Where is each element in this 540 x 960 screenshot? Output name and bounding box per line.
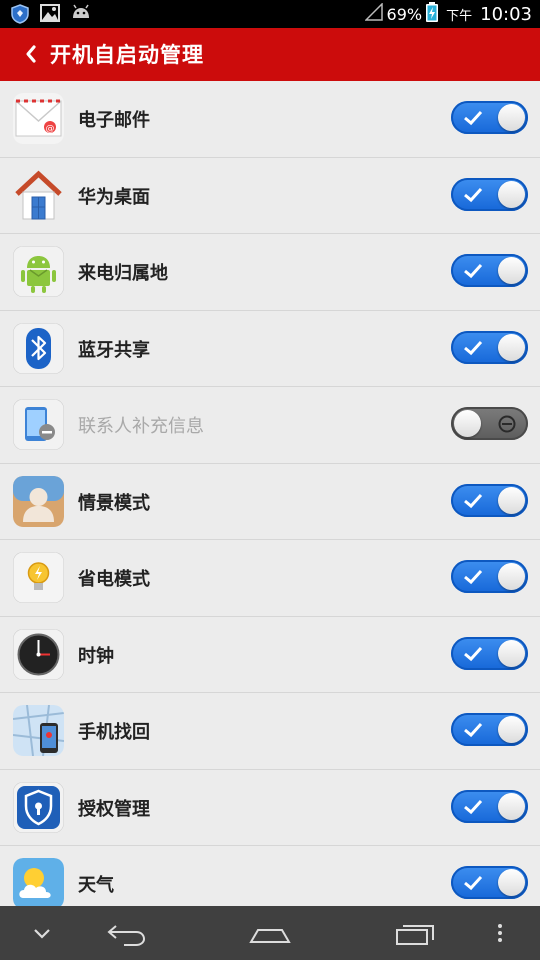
toggle-knob (498, 639, 525, 667)
app-name: 电子邮件 (78, 110, 150, 131)
autostart-toggle[interactable] (451, 254, 528, 287)
check-icon (463, 721, 483, 738)
check-icon (463, 798, 483, 815)
list-item-caller-location[interactable]: 来电归属地 (0, 234, 540, 311)
image-icon (40, 4, 60, 22)
back-icon[interactable] (104, 918, 148, 948)
toggle-knob (498, 486, 525, 514)
app-name: 天气 (78, 875, 114, 896)
autostart-toggle[interactable] (451, 866, 528, 899)
app-name: 省电模式 (78, 569, 150, 590)
check-icon (463, 339, 483, 356)
autostart-toggle[interactable] (451, 636, 528, 670)
check-icon (463, 186, 483, 203)
shield-lock-icon (13, 781, 64, 833)
ampm-label: 下午 (446, 8, 473, 24)
autostart-toggle[interactable] (451, 330, 528, 364)
autostart-toggle[interactable] (451, 177, 528, 211)
home-icon[interactable] (248, 918, 292, 948)
check-icon (463, 492, 483, 509)
clock-time: 10:03 (480, 3, 532, 25)
toggle-knob (498, 716, 525, 743)
app-name: 授权管理 (78, 798, 150, 820)
app-name: 联系人补充信息 (78, 416, 204, 437)
check-icon (463, 568, 483, 585)
toggle-knob (498, 104, 525, 131)
app-name: 蓝牙共享 (78, 339, 150, 361)
autostart-toggle[interactable] (451, 560, 528, 593)
list-item-huawei-home[interactable]: 华为桌面 (0, 158, 540, 234)
profile-icon (13, 475, 64, 527)
app-name: 情景模式 (78, 492, 150, 514)
toggle-knob (498, 180, 525, 208)
home-icon (13, 170, 64, 221)
bulb-icon (13, 552, 64, 603)
app-list[interactable]: @ 电子邮件 华为桌面 来电归属地 蓝牙共享 联系人补充信息 情景模式 省电模式… (0, 81, 540, 906)
toggle-knob (498, 869, 525, 896)
check-icon (463, 645, 483, 662)
toggle-knob (454, 410, 481, 437)
status-right: 69% 下午 10:03 (363, 0, 532, 28)
check-icon (463, 874, 483, 891)
shield-icon (10, 4, 30, 24)
map-phone-icon (13, 705, 64, 756)
header-bar: 开机自启动管理 (0, 28, 540, 81)
toggle-knob (498, 792, 525, 820)
toggle-knob (498, 333, 525, 361)
navigation-bar (0, 906, 540, 960)
app-name: 手机找回 (78, 722, 150, 743)
list-item-clock[interactable]: 时钟 (0, 617, 540, 693)
mail-icon: @ (13, 93, 64, 144)
autostart-toggle[interactable] (451, 483, 528, 517)
status-notification-icons (10, 4, 90, 24)
more-icon[interactable] (490, 918, 510, 948)
chevron-down-icon[interactable] (30, 918, 54, 948)
recent-apps-icon[interactable] (393, 918, 437, 948)
list-item-weather[interactable]: 天气 (0, 846, 540, 906)
android-icon (70, 4, 90, 22)
svg-text:@: @ (46, 124, 55, 134)
battery-percent: 69% (386, 4, 423, 24)
autostart-toggle[interactable] (451, 713, 528, 746)
toggle-knob (498, 257, 525, 284)
list-item-authorization[interactable]: 授权管理 (0, 770, 540, 846)
list-item-contact-info[interactable]: 联系人补充信息 (0, 387, 540, 464)
autostart-toggle[interactable] (451, 407, 528, 440)
app-name: 来电归属地 (78, 263, 168, 284)
status-bar: 69% 下午 10:03 (0, 0, 540, 28)
autostart-toggle[interactable] (451, 101, 528, 134)
page-title: 开机自启动管理 (50, 43, 204, 67)
list-item-email[interactable]: @ 电子邮件 (0, 81, 540, 158)
list-item-power-saving[interactable]: 省电模式 (0, 540, 540, 617)
check-icon (463, 262, 483, 279)
clock-icon (13, 628, 64, 680)
check-icon (463, 109, 483, 126)
app-name: 华为桌面 (78, 186, 150, 208)
weather-icon (13, 858, 64, 906)
battery-icon (426, 2, 439, 26)
list-item-phone-finder[interactable]: 手机找回 (0, 693, 540, 770)
list-item-profiles[interactable]: 情景模式 (0, 464, 540, 540)
contact-sync-icon (13, 399, 64, 450)
back-arrow-icon[interactable] (22, 42, 40, 66)
list-item-bluetooth-share[interactable]: 蓝牙共享 (0, 311, 540, 387)
bluetooth-icon (13, 322, 64, 374)
toggle-knob (498, 563, 525, 590)
android-icon (13, 246, 64, 297)
autostart-toggle[interactable] (451, 789, 528, 823)
minus-circle-icon (498, 415, 516, 433)
app-name: 时钟 (78, 645, 114, 667)
signal-icon (363, 2, 383, 25)
